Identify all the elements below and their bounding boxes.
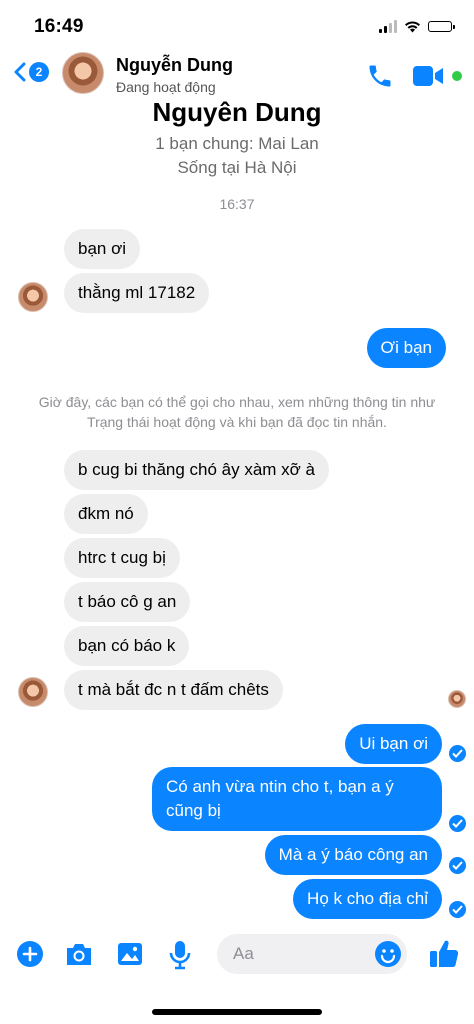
- delivered-check-icon: [449, 857, 466, 874]
- delivered-check-icon: [449, 815, 466, 832]
- delivered-check-icon: [449, 901, 466, 918]
- message-bubble-outgoing[interactable]: Mà a ý báo công an: [264, 835, 442, 875]
- video-camera-icon[interactable]: [412, 64, 446, 88]
- home-indicator[interactable]: [152, 1009, 322, 1015]
- wifi-icon: [405, 21, 420, 33]
- unread-badge: 2: [29, 62, 49, 82]
- message-input[interactable]: Aa: [233, 944, 254, 964]
- message-bubble-incoming[interactable]: htrc t cug bị: [64, 538, 180, 578]
- message-bubble-outgoing[interactable]: Ơi bạn: [366, 328, 446, 368]
- message-bubble-incoming[interactable]: thằng ml 17182: [64, 273, 210, 313]
- sender-avatar[interactable]: [18, 282, 48, 312]
- phone-icon[interactable]: [366, 62, 394, 90]
- signal-icon: [379, 20, 397, 33]
- profile-location: Sống tại Hà Nội: [177, 158, 297, 177]
- camera-icon[interactable]: [64, 940, 94, 968]
- online-indicator: [451, 70, 463, 82]
- battery-icon: [428, 21, 455, 32]
- status-icons: [379, 20, 455, 33]
- plus-icon[interactable]: [16, 940, 44, 968]
- thumbs-up-icon[interactable]: [428, 938, 460, 970]
- message-bubble-outgoing[interactable]: Họ k cho địa chỉ: [293, 879, 442, 919]
- contact-avatar[interactable]: [62, 52, 104, 94]
- contact-name[interactable]: Nguyễn Dung: [116, 55, 233, 76]
- seen-avatar: [448, 690, 466, 708]
- message-bubble-incoming[interactable]: bạn ơi: [64, 229, 141, 269]
- photo-icon[interactable]: [116, 940, 144, 968]
- message-bubble-outgoing[interactable]: Có anh vừa ntin cho t, bạn a ý cũng bị: [152, 767, 442, 831]
- message-bubble-incoming[interactable]: b cug bi thăng chó ây xàm xỡ à: [64, 450, 330, 490]
- message-bubble-incoming[interactable]: đkm nó: [64, 494, 148, 534]
- system-notice: Giờ đây, các bạn có thể gọi cho nhau, xe…: [38, 394, 436, 430]
- message-bubble-incoming[interactable]: t báo cô g an: [64, 582, 191, 622]
- message-bubble-incoming[interactable]: bạn có báo k: [64, 626, 190, 666]
- back-button[interactable]: 2: [14, 62, 49, 82]
- message-bubble-outgoing[interactable]: Ui bạn ơi: [345, 724, 442, 764]
- delivered-check-icon: [449, 745, 466, 762]
- sender-avatar[interactable]: [18, 677, 48, 707]
- active-status: Đang hoạt động: [116, 79, 216, 95]
- emoji-icon[interactable]: [374, 940, 402, 968]
- microphone-icon[interactable]: [168, 940, 192, 970]
- message-bubble-incoming[interactable]: t mà bắt đc n t đấm chêts: [64, 670, 283, 710]
- status-time: 16:49: [34, 16, 84, 37]
- profile-name[interactable]: Nguyên Dung: [0, 97, 474, 128]
- back-chevron-icon: [14, 62, 26, 82]
- message-timestamp: 16:37: [219, 196, 255, 212]
- mutual-friends: 1 bạn chung: Mai Lan: [155, 134, 319, 153]
